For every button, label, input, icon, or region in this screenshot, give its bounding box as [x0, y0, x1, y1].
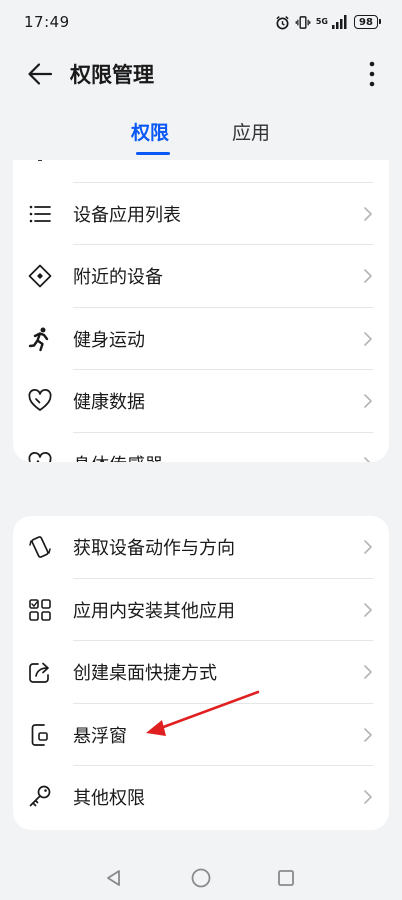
permission-label: 身体传感器 — [73, 451, 163, 462]
permission-item-device-app-list[interactable]: 设备应用列表 — [13, 183, 389, 245]
status-bar: 17:49 5G 98 — [0, 0, 402, 44]
permission-list[interactable]: 通知 设备应用列表 附近的设备 — [0, 160, 402, 855]
permission-label: 获取设备动作与方向 — [73, 538, 235, 560]
key-icon — [27, 784, 53, 810]
nav-recent-button[interactable] — [273, 865, 299, 891]
running-person-icon — [27, 326, 53, 352]
more-vertical-icon — [369, 61, 375, 87]
chevron-right-icon — [364, 540, 372, 555]
chevron-right-icon — [364, 790, 372, 805]
floating-window-icon — [27, 722, 53, 748]
permission-label: 其他权限 — [73, 788, 145, 810]
chevron-right-icon — [364, 206, 372, 221]
more-options-button[interactable] — [360, 52, 384, 96]
battery-indicator: 98 — [354, 15, 381, 29]
back-arrow-icon — [28, 63, 53, 85]
permission-label: 健康数据 — [73, 392, 145, 414]
heartbeat-icon — [27, 451, 53, 462]
triangle-back-icon — [107, 870, 120, 886]
chevron-right-icon — [364, 727, 372, 742]
network-type: 5G — [315, 17, 328, 26]
health-heart-icon — [27, 388, 53, 414]
permission-item-install-apps[interactable]: 应用内安装其他应用 — [13, 579, 389, 641]
permission-group-2: 获取设备动作与方向 应用内安装其他应用 创建桌面快捷方式 悬浮窗 其他权限 — [13, 516, 389, 830]
permission-label: 创建桌面快捷方式 — [73, 663, 217, 685]
permission-item-motion-orientation[interactable]: 获取设备动作与方向 — [13, 516, 389, 579]
chevron-right-icon — [364, 394, 372, 409]
signal-icon — [332, 15, 347, 29]
permission-item-floating-window[interactable]: 悬浮窗 — [13, 704, 389, 766]
share-arrow-icon — [27, 659, 53, 685]
status-icons: 5G 98 — [275, 15, 381, 30]
chevron-right-icon — [364, 269, 372, 284]
permission-item-notification[interactable]: 通知 — [13, 160, 389, 183]
page-title: 权限管理 — [70, 63, 154, 87]
permission-item-create-shortcut[interactable]: 创建桌面快捷方式 — [13, 641, 389, 704]
permission-label: 附近的设备 — [73, 267, 163, 289]
permission-label: 悬浮窗 — [73, 725, 127, 747]
chevron-right-icon — [364, 331, 372, 346]
chevron-right-icon — [364, 456, 371, 462]
circle-home-icon — [191, 868, 211, 888]
nav-home-button[interactable] — [188, 865, 214, 891]
chevron-right-icon — [364, 665, 372, 680]
permission-item-other-permissions[interactable]: 其他权限 — [13, 766, 389, 829]
permission-label: 应用内安装其他应用 — [73, 600, 235, 622]
bell-icon — [27, 160, 53, 164]
vibrate-icon — [295, 15, 311, 29]
list-icon — [27, 201, 53, 227]
title-bar: 权限管理 — [0, 44, 402, 104]
chevron-right-icon — [364, 602, 372, 617]
app-grid-icon — [27, 597, 53, 623]
permission-label: 通知 — [73, 160, 109, 164]
nav-back-button[interactable] — [101, 865, 127, 891]
alarm-icon — [276, 15, 289, 29]
diamond-icon — [27, 263, 53, 289]
permission-item-fitness[interactable]: 健身运动 — [13, 308, 389, 370]
permission-group-1: 通知 设备应用列表 附近的设备 — [13, 160, 389, 462]
permission-item-body-sensors[interactable]: 身体传感器 — [13, 433, 389, 462]
system-nav-bar — [0, 855, 402, 900]
permission-label: 健身运动 — [73, 329, 145, 351]
back-button[interactable] — [16, 50, 64, 98]
rotate-phone-icon — [27, 534, 53, 560]
tab-indicator — [136, 152, 170, 155]
permission-item-health-data[interactable]: 健康数据 — [13, 370, 389, 433]
square-recent-icon — [278, 870, 294, 886]
permission-item-nearby-devices[interactable]: 附近的设备 — [13, 245, 389, 308]
tab-apps[interactable]: 应用 — [232, 118, 270, 145]
status-time: 17:49 — [24, 13, 70, 31]
tab-permissions[interactable]: 权限 — [131, 118, 169, 145]
permission-label: 设备应用列表 — [73, 204, 181, 226]
tab-bar: 权限 应用 — [0, 118, 402, 160]
